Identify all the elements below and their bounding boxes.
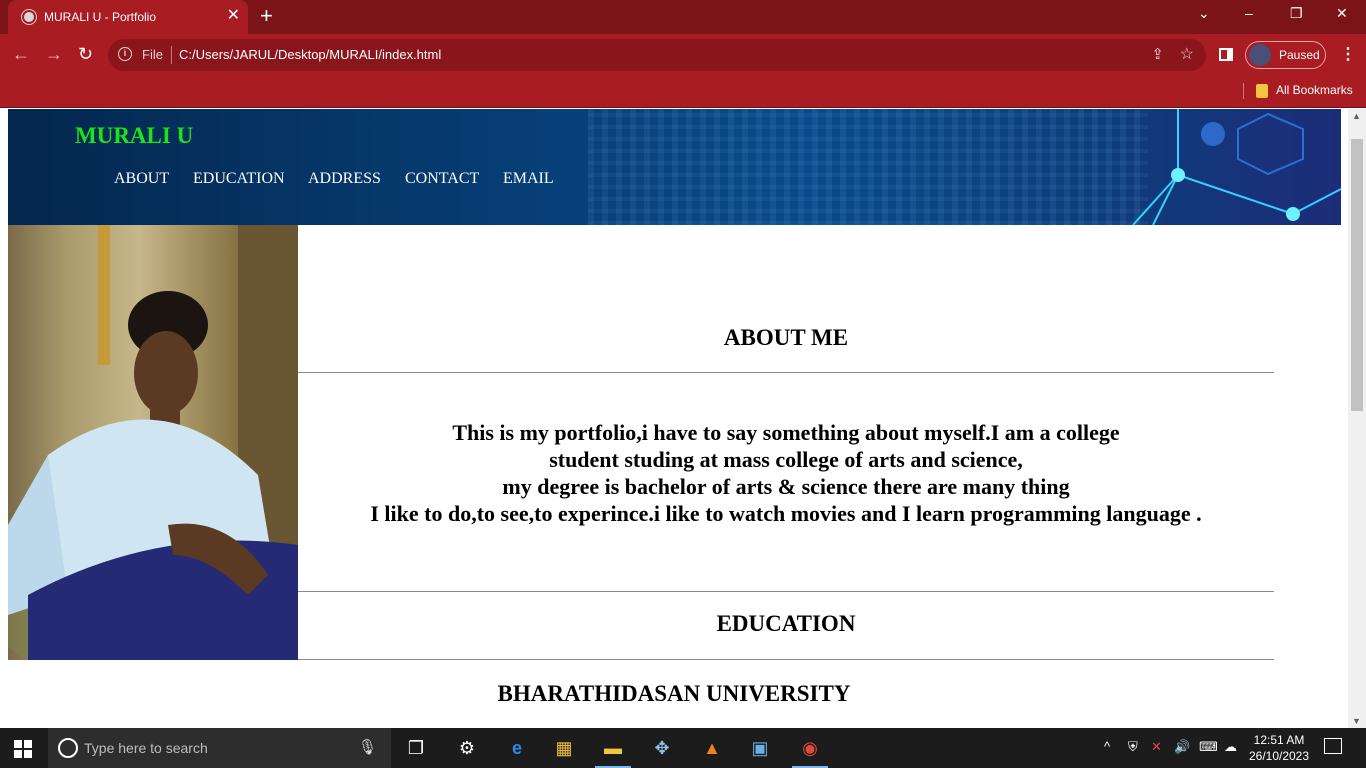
folder-icon: [1256, 84, 1268, 98]
divider: [1243, 83, 1244, 99]
clock-time: 12:51 AM: [1253, 733, 1305, 747]
page-scrollbar[interactable]: ▲ ▼: [1348, 109, 1366, 728]
store-icon[interactable]: ▦: [552, 736, 576, 760]
nav-link-address[interactable]: ADDRESS: [308, 170, 381, 188]
microphone-icon[interactable]: 🎙: [358, 738, 377, 756]
divider: [171, 46, 172, 64]
task-view-icon[interactable]: ❐: [404, 736, 428, 760]
university-name: BHARATHIDASAN UNIVERSITY: [497, 681, 851, 706]
game-icon[interactable]: ✥: [650, 736, 674, 760]
minimize-button[interactable]: –: [1245, 5, 1253, 21]
scroll-down-arrow-icon[interactable]: ▼: [1352, 716, 1361, 726]
tab-strip: MURALI U - Portfolio ✕ + ⌄ – ❐ ✕: [0, 0, 1366, 34]
file-explorer-icon[interactable]: ▬: [595, 736, 631, 768]
about-line: This is my portfolio,i have to say somet…: [452, 420, 1120, 445]
profile-button[interactable]: Paused: [1245, 41, 1326, 69]
nav-link-education[interactable]: EDUCATION: [193, 170, 285, 188]
web-page: MURALI U ABOUT EDUCATION ADDRESS CONTACT…: [0, 109, 1366, 728]
close-window-button[interactable]: ✕: [1336, 5, 1348, 22]
notification-icon[interactable]: [1324, 738, 1342, 754]
back-arrow-icon[interactable]: ←: [12, 44, 30, 64]
divider: [298, 591, 1274, 592]
photos-icon[interactable]: ▣: [748, 736, 772, 760]
avatar: [1249, 44, 1271, 66]
restore-button[interactable]: ❐: [1290, 5, 1303, 22]
windows-taskbar: Type here to search 🎙 ❐ ⚙ e ▦ ▬ ✥ ▲ ▣ ◉ …: [0, 728, 1366, 768]
all-bookmarks-link[interactable]: All Bookmarks: [1276, 83, 1353, 97]
browser-toolbar: ← → ↻ i File C:/Users/JARUL/Desktop/MURA…: [0, 34, 1366, 76]
site-brand[interactable]: MURALI U: [75, 123, 193, 149]
about-line: I like to do,to see,to experince.i like …: [370, 501, 1202, 526]
education-heading: EDUCATION: [716, 611, 856, 636]
more-menu-icon[interactable]: ⋮: [1340, 44, 1356, 64]
tab-search-icon[interactable]: ⌄: [1198, 5, 1210, 22]
vlc-icon[interactable]: ▲: [700, 736, 724, 760]
divider: [298, 659, 1274, 660]
taskbar-search[interactable]: Type here to search 🎙: [48, 728, 391, 768]
network-graphic: [1132, 109, 1341, 225]
url-scheme-label: File: [142, 47, 163, 62]
header-banner: MURALI U ABOUT EDUCATION ADDRESS CONTACT…: [8, 109, 1341, 225]
browser-tab[interactable]: MURALI U - Portfolio ✕: [8, 0, 248, 34]
nav-link-contact[interactable]: CONTACT: [405, 170, 479, 188]
profile-status: Paused: [1279, 48, 1320, 62]
reload-icon[interactable]: ↻: [78, 44, 93, 64]
clock-date: 26/10/2023: [1248, 749, 1310, 763]
divider: [298, 372, 1274, 373]
about-line: my degree is bachelor of arts & science …: [502, 474, 1070, 499]
nav-link-email[interactable]: EMAIL: [503, 170, 554, 188]
side-panel-icon[interactable]: [1219, 48, 1233, 61]
new-tab-button[interactable]: +: [260, 5, 273, 27]
about-paragraph: This is my portfolio,i have to say somet…: [298, 419, 1274, 527]
about-line: student studing at mass college of arts …: [549, 447, 1023, 472]
tab-close-button[interactable]: ✕: [227, 7, 240, 25]
shield-icon[interactable]: ⛨: [1128, 739, 1138, 755]
info-icon[interactable]: i: [118, 47, 132, 61]
bookmark-star-icon[interactable]: ☆: [1180, 44, 1194, 64]
bookmarks-bar: All Bookmarks: [0, 76, 1366, 108]
url-text[interactable]: C:/Users/JARUL/Desktop/MURALI/index.html: [179, 47, 441, 62]
tab-title: MURALI U - Portfolio: [44, 10, 157, 24]
keyboard-icon[interactable]: ⌨: [1199, 739, 1218, 755]
search-icon: [58, 738, 78, 758]
scroll-up-arrow-icon[interactable]: ▲: [1352, 111, 1361, 121]
scrollbar-thumb[interactable]: [1351, 139, 1363, 411]
address-bar[interactable]: i File C:/Users/JARUL/Desktop/MURALI/ind…: [108, 39, 1206, 71]
settings-gear-icon[interactable]: ⚙: [455, 736, 479, 760]
chevron-up-icon[interactable]: ^: [1104, 739, 1110, 754]
share-icon[interactable]: ⇪: [1151, 45, 1164, 63]
chrome-icon[interactable]: ◉: [792, 736, 828, 768]
network-off-icon[interactable]: ☁: [1224, 739, 1237, 755]
nav-link-about[interactable]: ABOUT: [114, 170, 169, 188]
volume-icon[interactable]: 🔊: [1174, 739, 1190, 755]
battery-alert-icon[interactable]: ✕: [1151, 739, 1162, 755]
globe-icon: [22, 10, 36, 24]
about-heading: ABOUT ME: [723, 325, 849, 350]
forward-arrow-icon[interactable]: →: [45, 44, 63, 64]
search-placeholder: Type here to search: [84, 740, 208, 756]
edge-icon[interactable]: e: [505, 736, 529, 760]
system-clock[interactable]: 12:51 AM 26/10/2023: [1248, 732, 1310, 764]
binary-background: [588, 109, 1148, 225]
profile-photo: [8, 225, 298, 660]
windows-start-icon[interactable]: [14, 740, 32, 758]
